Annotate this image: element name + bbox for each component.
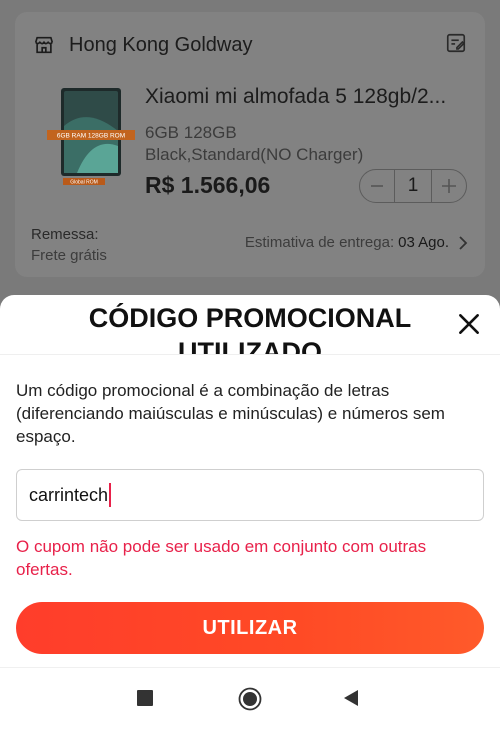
product-price: R$ 1.566,06 — [145, 172, 271, 198]
chevron-right-icon — [459, 235, 468, 250]
increase-quantity-button[interactable] — [432, 169, 466, 203]
promo-code-value: carrintech — [29, 484, 109, 505]
minus-icon — [371, 185, 383, 187]
close-icon[interactable] — [456, 311, 482, 337]
text-caret — [109, 483, 112, 507]
sheet-title: CÓDIGO PROMOCIONAL UTILIZADO — [88, 303, 412, 355]
promo-error-message: O cupom não pode ser usado em conjunto c… — [16, 537, 427, 579]
promo-description: Um código promocional é a combinação de … — [16, 381, 445, 446]
edit-note-icon[interactable] — [445, 32, 467, 54]
product-title[interactable]: Xiaomi mi almofada 5 128gb/2... — [145, 85, 475, 109]
product-image[interactable]: 6GB RAM 128GB ROM Global ROM — [47, 86, 135, 186]
home-icon — [238, 687, 262, 711]
shipping-label: Remessa: — [31, 226, 99, 243]
delivery-date: 03 Ago. — [398, 234, 449, 251]
recent-apps-icon — [137, 690, 153, 706]
quantity-stepper: 1 — [359, 169, 467, 203]
promo-code-input[interactable]: carrintech — [16, 469, 484, 521]
back-icon — [344, 690, 358, 706]
apply-promo-button[interactable]: UTILIZAR — [16, 602, 484, 654]
system-nav-bar — [0, 667, 500, 729]
delivery-label: Estimativa de entrega: — [244, 234, 395, 251]
back-button[interactable] — [340, 686, 362, 710]
promo-code-sheet: CÓDIGO PROMOCIONAL UTILIZADO Um código p… — [0, 295, 500, 729]
home-button[interactable] — [237, 686, 263, 712]
quantity-value[interactable]: 1 — [394, 169, 432, 203]
delivery-estimate[interactable]: Estimativa de entrega: 03 Ago. — [245, 234, 469, 251]
store-row[interactable]: Hong Kong Goldway — [33, 30, 252, 60]
decrease-quantity-button[interactable] — [360, 169, 394, 203]
store-name: Hong Kong Goldway — [69, 33, 253, 56]
store-icon — [34, 36, 54, 54]
image-badge-text: Global ROM — [70, 180, 98, 186]
recent-apps-button[interactable] — [133, 686, 157, 710]
image-banner-text: 6GB RAM 128GB ROM — [57, 133, 125, 140]
plus-icon — [442, 179, 456, 193]
sheet-header: CÓDIGO PROMOCIONAL UTILIZADO — [0, 295, 500, 355]
product-variant: 6GB 128GB Black,Standard(NO Charger) — [145, 123, 364, 164]
shipping-value: Frete grátis — [31, 247, 107, 264]
order-card: Hong Kong Goldway 6GB RAM 128GB ROM Glob… — [15, 12, 485, 277]
